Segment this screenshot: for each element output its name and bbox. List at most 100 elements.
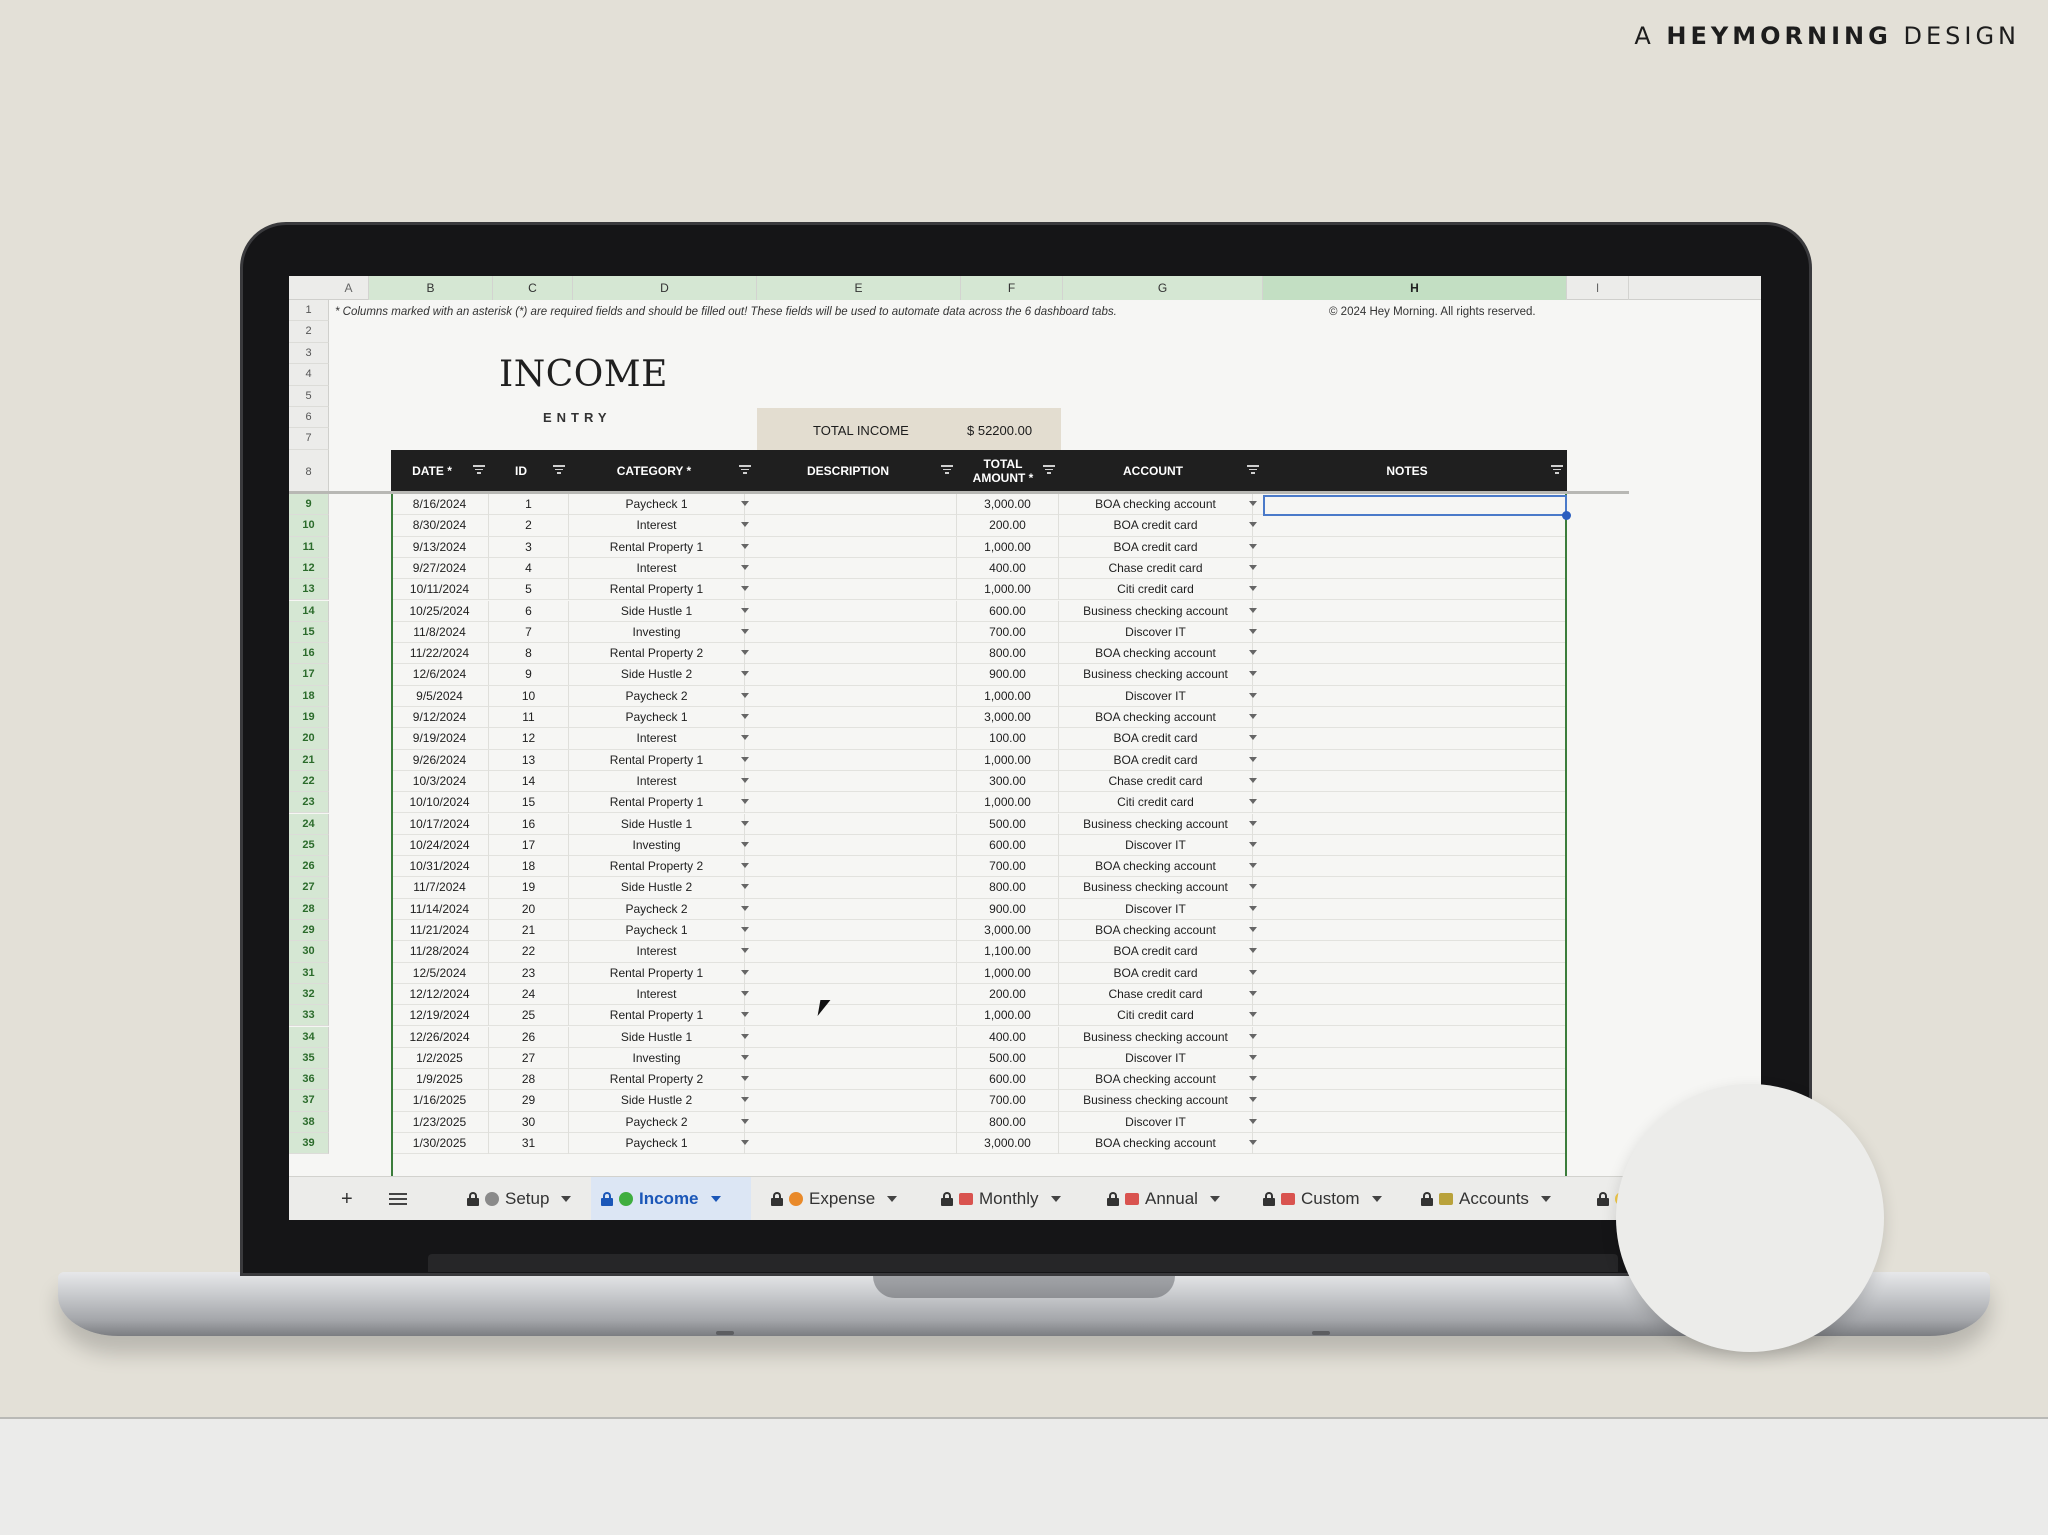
row-header[interactable]: 21 (289, 749, 329, 771)
category-cell[interactable]: Rental Property 2 (569, 856, 745, 878)
account-cell[interactable]: Chase credit card (1059, 770, 1253, 792)
notes-cell[interactable] (1263, 1133, 1567, 1154)
amount-cell[interactable]: 800.00 (957, 877, 1059, 899)
dropdown-arrow-icon[interactable] (741, 501, 749, 506)
description-cell[interactable] (755, 557, 957, 579)
amount-cell[interactable]: 500.00 (957, 1047, 1059, 1069)
row-header[interactable]: 35 (289, 1047, 329, 1070)
dropdown-arrow-icon[interactable] (741, 756, 749, 762)
dropdown-arrow-icon[interactable] (741, 564, 749, 570)
id-cell[interactable]: 30 (489, 1111, 569, 1133)
row-header[interactable]: 4 (289, 364, 329, 386)
id-cell[interactable]: 31 (489, 1133, 569, 1154)
account-cell[interactable]: Chase credit card (1059, 983, 1253, 1005)
row-header[interactable]: 28 (289, 898, 329, 920)
description-cell[interactable] (755, 621, 957, 643)
row-header[interactable]: 1 (289, 300, 329, 322)
description-cell[interactable] (755, 1026, 957, 1048)
amount-cell[interactable]: 900.00 (957, 664, 1059, 686)
dropdown-arrow-icon[interactable] (741, 841, 749, 847)
category-cell[interactable]: Interest (569, 515, 745, 537)
dropdown-arrow-icon[interactable] (1249, 863, 1257, 869)
dropdown-arrow-icon[interactable] (1249, 586, 1257, 592)
notes-cell[interactable] (1263, 983, 1567, 1005)
category-cell[interactable]: Side Hustle 2 (569, 877, 745, 899)
amount-cell[interactable]: 200.00 (957, 983, 1059, 1005)
dropdown-arrow-icon[interactable] (741, 671, 749, 677)
description-cell[interactable] (755, 536, 957, 558)
amount-cell[interactable]: 1,000.00 (957, 579, 1059, 601)
id-cell[interactable]: 10 (489, 685, 569, 707)
row-header[interactable]: 9 (289, 494, 329, 516)
amount-cell[interactable]: 800.00 (957, 643, 1059, 665)
row-header[interactable]: 31 (289, 962, 329, 984)
row-header[interactable]: 38 (289, 1111, 329, 1133)
id-cell[interactable]: 13 (489, 749, 569, 771)
id-cell[interactable]: 16 (489, 813, 569, 835)
description-cell[interactable] (755, 1090, 957, 1112)
dropdown-arrow-icon[interactable] (741, 1054, 749, 1060)
notes-cell[interactable] (1263, 685, 1567, 707)
dropdown-arrow-icon[interactable] (741, 714, 749, 719)
date-cell[interactable]: 9/5/2024 (391, 685, 489, 707)
id-cell[interactable]: 23 (489, 962, 569, 984)
row-header[interactable]: 14 (289, 600, 329, 622)
row-header[interactable]: 20 (289, 728, 329, 750)
filter-icon[interactable] (941, 465, 953, 475)
category-cell[interactable]: Interest (569, 557, 745, 579)
category-cell[interactable]: Interest (569, 941, 745, 963)
account-cell[interactable]: Business checking account (1059, 600, 1253, 622)
dropdown-arrow-icon[interactable] (741, 905, 749, 911)
category-cell[interactable]: Paycheck 2 (569, 898, 745, 920)
date-cell[interactable]: 11/22/2024 (391, 643, 489, 665)
row-header[interactable]: 37 (289, 1090, 329, 1112)
description-cell[interactable] (755, 962, 957, 984)
dropdown-arrow-icon[interactable] (741, 543, 749, 549)
dropdown-arrow-icon[interactable] (741, 948, 749, 954)
notes-cell[interactable] (1263, 898, 1567, 920)
dropdown-arrow-icon[interactable] (1249, 735, 1257, 741)
tab-income[interactable]: Income (591, 1177, 751, 1220)
date-cell[interactable]: 1/16/2025 (391, 1090, 489, 1112)
date-cell[interactable]: 9/19/2024 (391, 728, 489, 750)
category-cell[interactable]: Rental Property 1 (569, 1005, 745, 1027)
account-cell[interactable]: Business checking account (1059, 1090, 1253, 1112)
dropdown-arrow-icon[interactable] (741, 1118, 749, 1124)
description-cell[interactable] (755, 515, 957, 537)
filter-icon[interactable] (553, 465, 565, 475)
id-cell[interactable]: 12 (489, 728, 569, 750)
notes-cell[interactable] (1263, 1090, 1567, 1112)
row-header[interactable]: 12 (289, 557, 329, 580)
dropdown-arrow-icon[interactable] (1249, 1097, 1257, 1103)
tab-setup[interactable]: Setup (457, 1177, 605, 1220)
all-sheets-menu-icon[interactable] (389, 1177, 407, 1220)
id-cell[interactable]: 22 (489, 941, 569, 963)
column-header-f[interactable]: F (961, 276, 1063, 300)
dropdown-arrow-icon[interactable] (741, 990, 749, 996)
dropdown-arrow-icon[interactable] (741, 586, 749, 592)
category-cell[interactable]: Side Hustle 1 (569, 1026, 745, 1048)
date-cell[interactable]: 1/23/2025 (391, 1111, 489, 1133)
date-cell[interactable]: 10/17/2024 (391, 813, 489, 835)
category-cell[interactable]: Investing (569, 621, 745, 643)
account-cell[interactable]: Discover IT (1059, 1047, 1253, 1069)
date-cell[interactable]: 1/30/2025 (391, 1133, 489, 1154)
row-header[interactable]: 32 (289, 983, 329, 1006)
category-cell[interactable]: Investing (569, 1047, 745, 1069)
amount-cell[interactable]: 500.00 (957, 813, 1059, 835)
filter-icon[interactable] (1043, 465, 1055, 475)
row-header[interactable]: 27 (289, 877, 329, 899)
dropdown-arrow-icon[interactable] (1249, 671, 1257, 677)
dropdown-arrow-icon[interactable] (741, 777, 749, 783)
account-cell[interactable]: BOA checking account (1059, 707, 1253, 728)
dropdown-arrow-icon[interactable] (741, 1033, 749, 1039)
dropdown-arrow-icon[interactable] (1249, 1012, 1257, 1018)
date-cell[interactable]: 10/24/2024 (391, 834, 489, 856)
dropdown-arrow-icon[interactable] (1249, 628, 1257, 634)
dropdown-arrow-icon[interactable] (741, 863, 749, 869)
id-cell[interactable]: 4 (489, 557, 569, 579)
amount-cell[interactable]: 3,000.00 (957, 494, 1059, 515)
dropdown-arrow-icon[interactable] (1249, 1033, 1257, 1039)
account-cell[interactable]: BOA checking account (1059, 1133, 1253, 1154)
category-cell[interactable]: Paycheck 2 (569, 685, 745, 707)
